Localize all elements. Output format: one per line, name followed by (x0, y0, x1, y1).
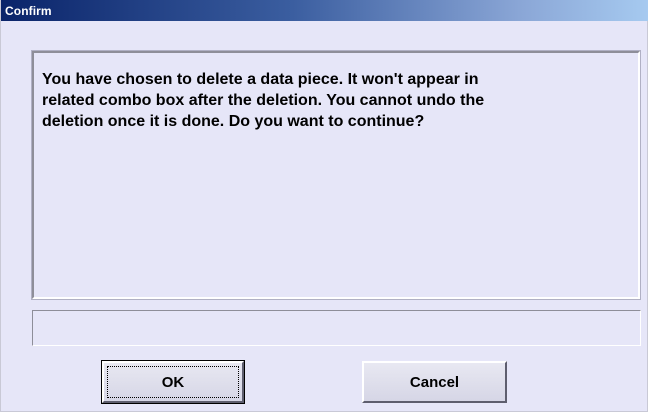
confirm-dialog: Confirm You have chosen to delete a data… (0, 0, 648, 412)
cancel-button[interactable]: Cancel (362, 361, 507, 403)
status-field (32, 310, 641, 346)
confirmation-message: You have chosen to delete a data piece. … (42, 71, 485, 130)
cancel-button-label: Cancel (409, 373, 460, 391)
dialog-title: Confirm (5, 3, 52, 18)
message-panel: You have chosen to delete a data piece. … (31, 50, 641, 300)
title-bar[interactable]: Confirm (1, 0, 648, 21)
ok-button[interactable]: OK (101, 360, 245, 404)
ok-button-label: OK (161, 373, 185, 391)
